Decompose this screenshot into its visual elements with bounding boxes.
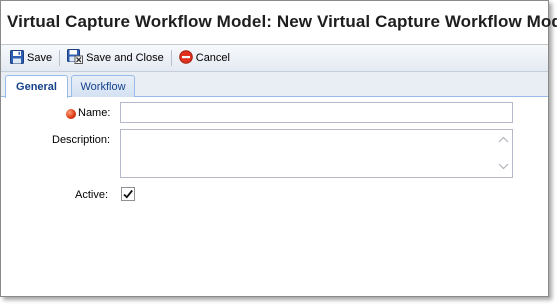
description-label: Description: [52,134,111,146]
textarea-scrollbar[interactable] [497,134,509,173]
toolbar-separator [170,50,172,66]
window-title: Virtual Capture Workflow Model: New Virt… [7,12,557,31]
save-and-close-label: Save and Close [86,52,164,64]
scroll-down-icon[interactable] [498,161,509,173]
tab-general[interactable]: General [5,75,68,98]
title-bar: Virtual Capture Workflow Model: New Virt… [1,1,557,45]
scroll-up-icon[interactable] [498,134,509,146]
tab-general-label: General [16,81,57,93]
description-field[interactable] [120,129,513,178]
name-field[interactable] [120,102,513,123]
tab-workflow-label: Workflow [80,80,126,93]
toolbar: Save Save and Close Cancel [1,45,548,72]
save-and-close-button[interactable]: Save and Close [64,48,167,68]
save-button[interactable]: Save [7,48,55,68]
description-textarea[interactable] [121,130,512,177]
cancel-icon [178,49,193,67]
cancel-label: Cancel [195,52,230,64]
toolbar-separator [59,50,61,66]
required-icon [66,109,76,119]
name-input[interactable] [121,103,512,122]
dialog-window: Virtual Capture Workflow Model: New Virt… [0,0,557,297]
tab-strip: General Workflow [1,72,548,98]
active-checkbox[interactable] [121,187,135,201]
save-close-icon [67,49,84,67]
name-label: Name: [78,107,111,119]
tab-workflow[interactable]: Workflow [71,75,135,97]
active-label: Active: [75,189,109,201]
floppy-disk-icon [10,49,24,67]
save-label: Save [27,52,53,64]
cancel-button[interactable]: Cancel [176,48,233,68]
